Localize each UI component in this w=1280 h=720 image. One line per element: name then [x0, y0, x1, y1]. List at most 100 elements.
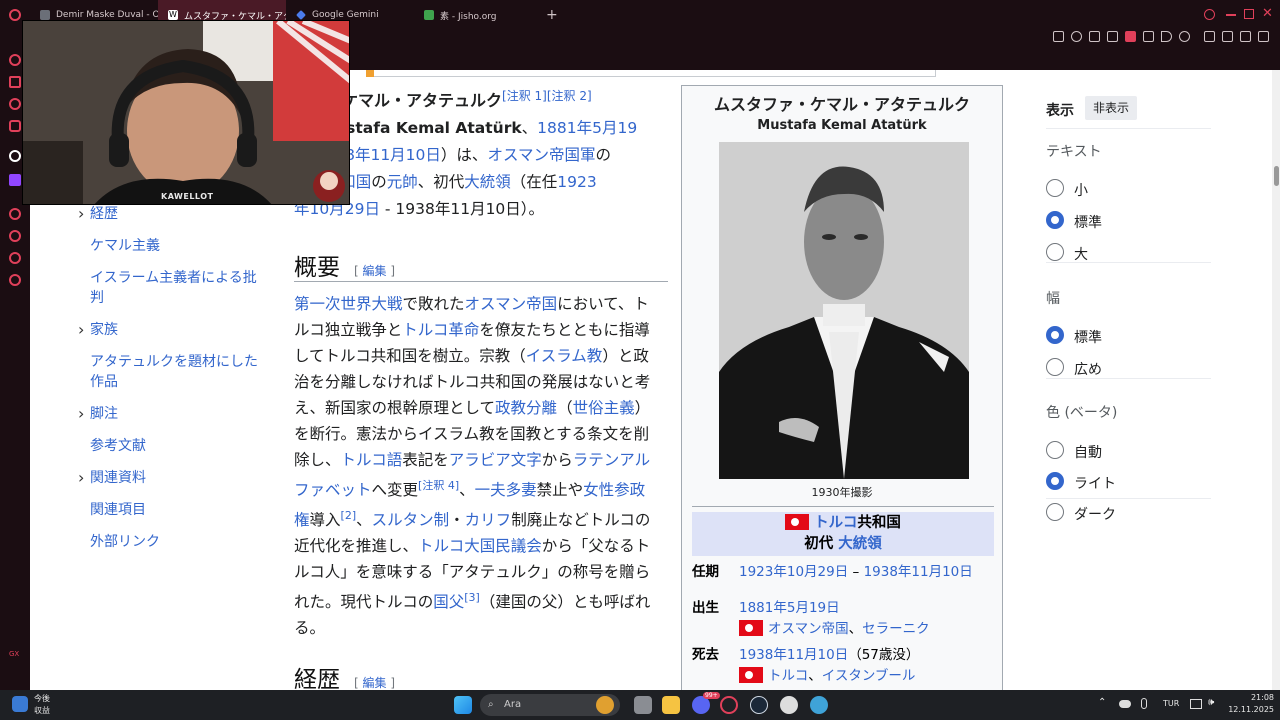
portrait-photo[interactable]	[719, 142, 969, 479]
article-link[interactable]: 世俗主義	[573, 399, 635, 417]
width-radio[interactable]	[1046, 326, 1064, 344]
article-link[interactable]: 国父	[433, 593, 464, 611]
tab-jisho[interactable]: 素 - Jisho.org	[414, 0, 542, 30]
zoom-icon[interactable]	[1071, 31, 1082, 42]
tray-chevron-icon[interactable]: ⌃	[1098, 697, 1106, 708]
color-radio[interactable]	[1046, 441, 1064, 459]
color-option-label[interactable]: ライト	[1074, 473, 1116, 493]
article-link[interactable]: 政教分離	[495, 399, 557, 417]
globe-icon[interactable]	[810, 696, 828, 714]
translate-icon[interactable]	[1143, 31, 1154, 42]
maximize-button[interactable]	[1244, 9, 1254, 19]
toc-item[interactable]: アタテュルクを題材にした作品	[90, 352, 260, 392]
death-date-link[interactable]: 1938年11月10日	[739, 647, 848, 663]
text-option-label[interactable]: 標準	[1074, 212, 1102, 232]
article-link[interactable]: ファベット	[294, 481, 372, 499]
pin-icon[interactable]	[1089, 31, 1100, 42]
term-end-link[interactable]: 1938年11月10日	[864, 564, 973, 580]
toc-item[interactable]: イスラーム主義者による批判	[90, 268, 260, 308]
hide-button[interactable]: 非表示	[1085, 96, 1138, 120]
settings-icon[interactable]	[9, 274, 21, 286]
article-link[interactable]: イスラム教	[526, 347, 603, 365]
width-option-label[interactable]: 標準	[1074, 327, 1102, 347]
toc-item[interactable]: 家族	[90, 320, 260, 340]
clock-time[interactable]: 21:08	[1238, 693, 1274, 702]
article-link[interactable]: 権	[294, 511, 310, 529]
toc-item[interactable]: 関連資料	[90, 468, 260, 488]
article-link[interactable]: オスマン帝国	[465, 295, 558, 313]
text-option-label[interactable]: 小	[1074, 180, 1088, 200]
text-radio[interactable]	[1046, 211, 1064, 229]
shield-icon[interactable]	[1125, 31, 1136, 42]
file-explorer-icon[interactable]	[662, 696, 680, 714]
edit-label[interactable]: 編集	[363, 676, 387, 690]
ottoman-army-link[interactable]: オスマン帝国軍	[487, 146, 595, 164]
istanbul-link[interactable]: イスタンブール	[822, 668, 916, 684]
scrollbar-thumb[interactable]	[1274, 166, 1279, 186]
article-link[interactable]: トルコ革命	[402, 321, 479, 339]
network-icon[interactable]	[1190, 699, 1202, 709]
edit-section-link[interactable]: [ 編集 ]	[354, 264, 395, 278]
player-icon[interactable]	[9, 208, 21, 220]
close-window-button[interactable]: ✕	[1262, 6, 1273, 21]
windows-start-icon[interactable]	[454, 696, 472, 714]
article-link[interactable]: 第一次世界大戦	[294, 295, 403, 313]
bookmarks-icon[interactable]	[9, 76, 21, 88]
article-link[interactable]: トルコ語	[341, 451, 403, 469]
chevron-right-icon[interactable]: ›	[78, 204, 84, 223]
text-radio[interactable]	[1046, 179, 1064, 197]
country-link[interactable]: トルコ	[814, 515, 857, 531]
microphone-icon[interactable]	[1141, 698, 1147, 709]
opera-gx-taskbar-icon[interactable]	[720, 696, 738, 714]
toc-item[interactable]: 関連項目	[90, 500, 260, 520]
clock-date[interactable]: 12.11.2025	[1222, 705, 1274, 714]
birth-date-link[interactable]: 1881年5月19日	[739, 600, 840, 616]
article-link[interactable]: アラビア文字	[449, 451, 542, 469]
article-link[interactable]: スルタン制	[372, 511, 450, 529]
article-link[interactable]: カリフ	[465, 511, 512, 529]
wallet-icon[interactable]	[1222, 31, 1233, 42]
toc-item[interactable]: 脚注	[90, 404, 260, 424]
search-tabs-icon[interactable]	[1204, 9, 1215, 20]
marshal-link[interactable]: 元帥	[387, 173, 418, 191]
menu-icon[interactable]	[1258, 31, 1269, 42]
home-icon[interactable]	[9, 54, 21, 66]
toc-item[interactable]: 外部リンク	[90, 532, 260, 552]
ai-icon[interactable]	[9, 150, 21, 162]
weather-icon[interactable]	[12, 696, 28, 712]
text-option-label[interactable]: 大	[1074, 244, 1088, 264]
messenger-icon[interactable]	[9, 98, 21, 110]
birth-date-link[interactable]: 1881年5月19	[537, 119, 637, 137]
article-link[interactable]: 女性参政	[583, 481, 645, 499]
volume-icon[interactable]: 🕪	[1208, 697, 1214, 708]
color-option-label[interactable]: 自動	[1074, 442, 1102, 462]
edit-section-link[interactable]: [ 編集 ]	[354, 676, 395, 690]
width-option-label[interactable]: 広め	[1074, 359, 1102, 379]
extensions-side-icon[interactable]	[9, 252, 21, 264]
footnote-link[interactable]: [2]	[341, 509, 357, 522]
github-icon[interactable]	[780, 696, 798, 714]
search-highlight-icon[interactable]	[596, 696, 614, 714]
president-link[interactable]: 大統領	[464, 173, 511, 191]
footnote-link[interactable]: [注釈 4]	[418, 479, 459, 492]
history-icon[interactable]	[9, 230, 21, 242]
text-radio[interactable]	[1046, 243, 1064, 261]
article-link[interactable]: 一夫多妻	[475, 481, 537, 499]
page-scrollbar[interactable]	[1272, 70, 1280, 690]
chevron-right-icon[interactable]: ›	[78, 320, 84, 339]
toc-item[interactable]: 参考文献	[90, 436, 260, 456]
term-start-link[interactable]: 1923	[557, 173, 596, 191]
chevron-right-icon[interactable]: ›	[78, 404, 84, 423]
turkey-link[interactable]: トルコ	[768, 668, 808, 684]
input-language[interactable]: TUR	[1163, 699, 1179, 708]
task-view-icon[interactable]	[634, 696, 652, 714]
toc-item[interactable]: ケマル主義	[90, 236, 260, 256]
ottoman-empire-link[interactable]: オスマン帝国	[768, 621, 849, 637]
article-link[interactable]: ラテンアル	[573, 451, 650, 469]
onedrive-icon[interactable]	[1119, 700, 1131, 708]
instagram-icon[interactable]	[9, 120, 21, 132]
snapshot-icon[interactable]	[1107, 31, 1118, 42]
new-tab-button[interactable]: +	[546, 7, 558, 23]
footnote-link[interactable]: [3]	[464, 591, 480, 604]
download-icon[interactable]	[1240, 31, 1251, 42]
